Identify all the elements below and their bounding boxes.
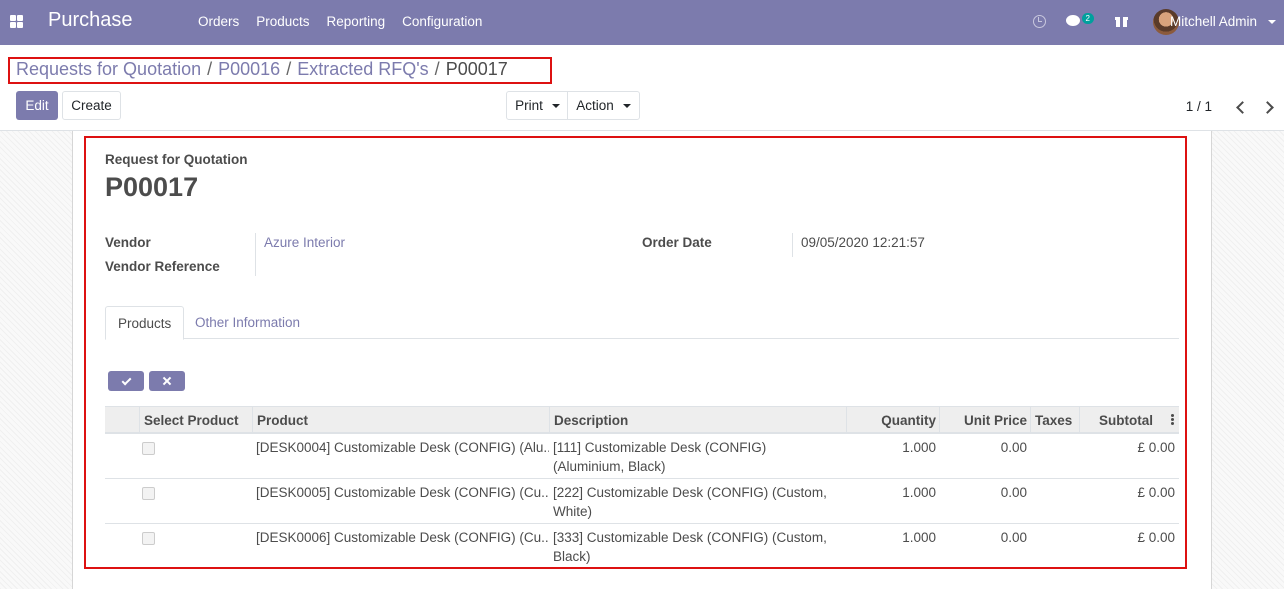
chat-icon[interactable] [1066,15,1080,26]
menu-orders[interactable]: Orders [198,14,239,29]
top-navbar: Purchase Orders Products Reporting Confi… [0,0,1284,45]
create-button[interactable]: Create [62,91,121,120]
print-label: Print [515,98,543,113]
chevron-down-icon [622,103,631,108]
chevron-left-icon[interactable] [1234,100,1246,114]
menu-reporting[interactable]: Reporting [327,14,386,29]
menu-configuration[interactable]: Configuration [402,14,482,29]
action-label: Action [576,98,614,113]
menu-products[interactable]: Products [256,14,309,29]
chat-count-badge: 2 [1081,13,1094,24]
apps-icon[interactable] [10,15,23,28]
clock-icon[interactable] [1033,15,1046,28]
app-title[interactable]: Purchase [48,9,133,32]
chevron-down-icon [551,103,560,108]
user-name[interactable]: Mitchell Admin [1170,14,1257,29]
pager-value[interactable]: 1 / 1 [1186,99,1212,114]
main-menu: Orders Products Reporting Configuration [190,14,499,29]
edit-button[interactable]: Edit [16,91,58,120]
print-dropdown[interactable]: Print [506,91,569,120]
breadcrumb-highlight [8,57,552,84]
chevron-right-icon[interactable] [1262,100,1274,114]
chevron-down-icon[interactable] [1268,20,1276,24]
gift-icon[interactable] [1115,14,1128,27]
form-highlight [84,136,1187,569]
action-dropdown[interactable]: Action [567,91,640,120]
